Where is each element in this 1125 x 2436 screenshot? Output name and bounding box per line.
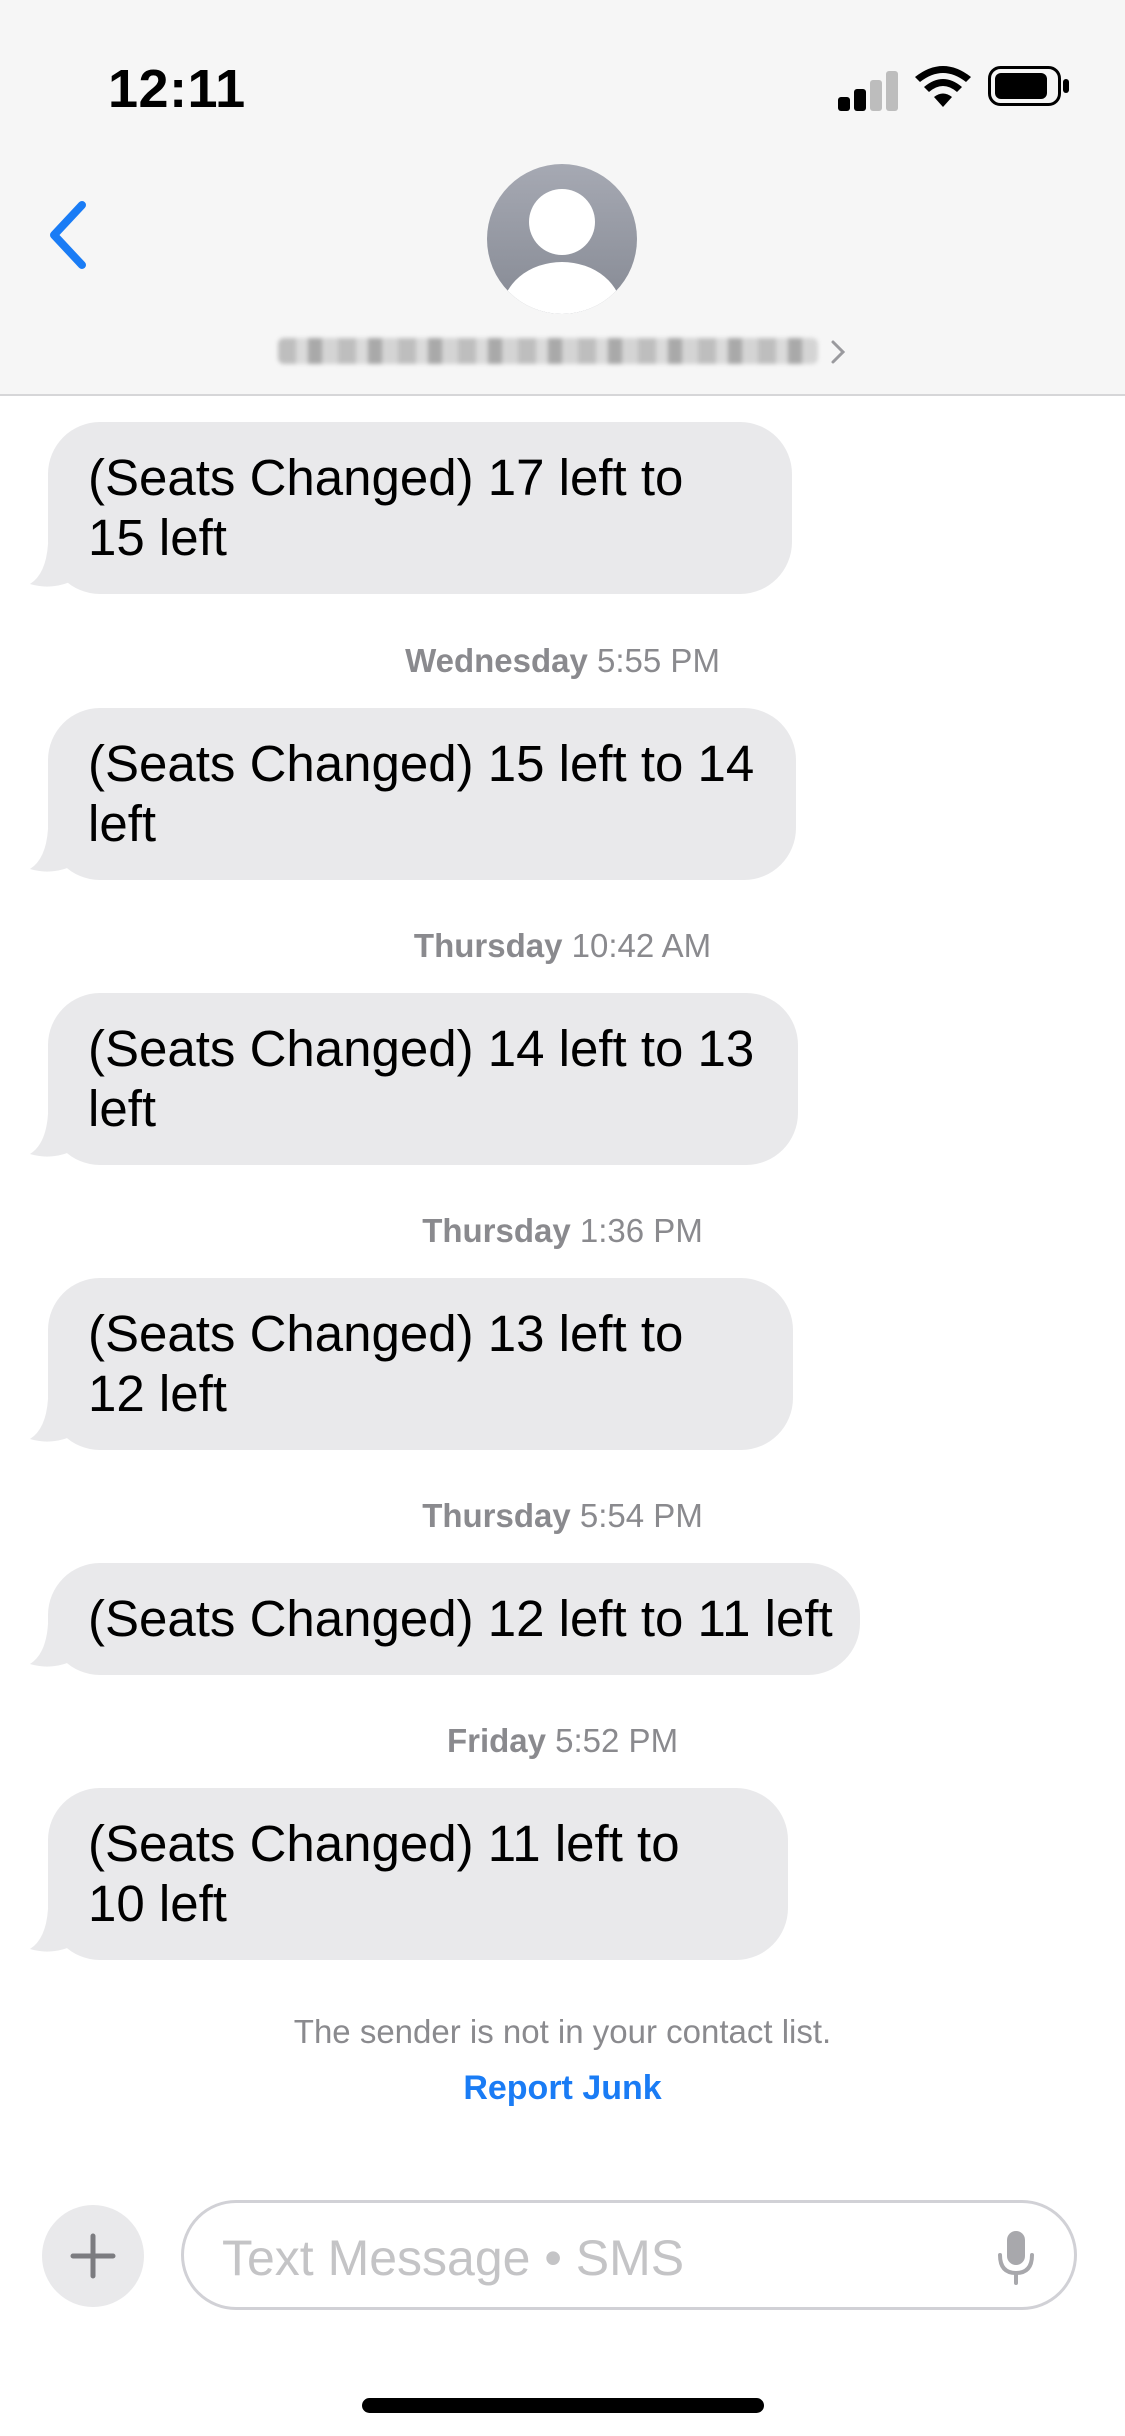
message-bubble[interactable]: (Seats Changed) 14 left to 13 left bbox=[48, 993, 798, 1165]
message-input-placeholder: Text Message • SMS bbox=[222, 2230, 685, 2286]
add-attachment-button[interactable] bbox=[42, 2205, 144, 2307]
status-time: 12:11 bbox=[108, 59, 246, 119]
plus-icon bbox=[70, 2233, 116, 2279]
message-bubble[interactable]: (Seats Changed) 11 left to 10 left bbox=[48, 1788, 788, 1960]
message-input[interactable]: Text Message • SMS bbox=[181, 2200, 1077, 2310]
contact-avatar[interactable] bbox=[487, 164, 637, 314]
back-chevron-icon[interactable] bbox=[40, 195, 100, 275]
report-junk-link[interactable]: Report Junk bbox=[0, 2069, 1125, 2108]
contact-name-redacted bbox=[278, 338, 818, 364]
battery-icon bbox=[988, 66, 1069, 106]
conversation-header: 12:11 bbox=[0, 0, 1125, 396]
timestamp: Wednesday 5:55 PM bbox=[405, 642, 720, 679]
message-bubble[interactable]: (Seats Changed) 15 left to 14 left bbox=[48, 708, 796, 880]
home-indicator bbox=[362, 2398, 764, 2413]
timestamp: Thursday 1:36 PM bbox=[422, 1212, 703, 1249]
timestamp: Thursday 10:42 AM bbox=[413, 927, 712, 964]
timestamp: Thursday 5:54 PM bbox=[422, 1497, 703, 1534]
chevron-right-icon bbox=[831, 340, 846, 364]
wifi-icon bbox=[915, 66, 971, 107]
cellular-signal-icon bbox=[838, 69, 898, 111]
microphone-icon[interactable] bbox=[996, 2229, 1036, 2287]
message-bubble[interactable]: (Seats Changed) 12 left to 11 left bbox=[48, 1563, 860, 1675]
person-silhouette-icon bbox=[502, 189, 622, 314]
contact-name-button[interactable] bbox=[278, 332, 848, 372]
timestamp: Friday 5:52 PM bbox=[446, 1722, 679, 1759]
message-bubble[interactable]: (Seats Changed) 17 left to 15 left bbox=[48, 422, 792, 594]
unknown-sender-notice: The sender is not in your contact list. bbox=[293, 2013, 832, 2050]
message-bubble[interactable]: (Seats Changed) 13 left to 12 left bbox=[48, 1278, 793, 1450]
